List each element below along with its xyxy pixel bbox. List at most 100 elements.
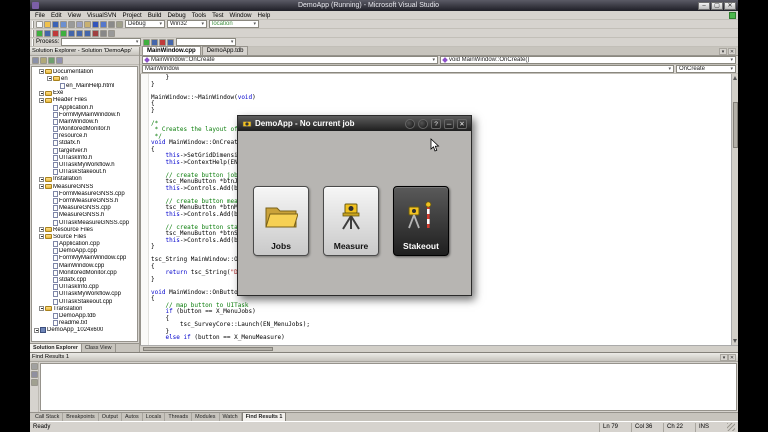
tree-item[interactable]: Installation: [32, 176, 137, 183]
tree-item[interactable]: MeasureGNSS.cpp: [32, 205, 137, 212]
bottom-tab[interactable]: Threads: [165, 413, 192, 421]
tree-item[interactable]: readme.txt: [32, 320, 137, 327]
tree-item[interactable]: Header Files: [32, 97, 137, 104]
editor-horizontal-scrollbar[interactable]: [140, 345, 738, 352]
menu-item[interactable]: Test: [209, 11, 226, 20]
dialog-help-button[interactable]: [431, 119, 441, 129]
scroll-up-icon[interactable]: [733, 76, 737, 80]
menu-item[interactable]: File: [32, 11, 48, 20]
bottom-tab[interactable]: Autos: [122, 413, 143, 421]
tree-item[interactable]: stdafx.h: [32, 140, 137, 147]
menu-item[interactable]: VisualSVN: [84, 11, 119, 20]
refresh-icon[interactable]: [48, 57, 55, 64]
tab-solution-explorer[interactable]: Solution Explorer: [30, 344, 82, 352]
undo-icon[interactable]: [92, 21, 99, 28]
menu-item[interactable]: Debug: [164, 11, 188, 20]
tree-item[interactable]: FormMyMainWindow.cpp: [32, 255, 137, 262]
tree-item[interactable]: MonitoredMonitor.h: [32, 126, 137, 133]
menu-item[interactable]: Tools: [189, 11, 209, 20]
cut-icon[interactable]: [68, 21, 75, 28]
tree-item[interactable]: Application.h: [32, 104, 137, 111]
expander-icon[interactable]: [39, 234, 44, 239]
tree-item[interactable]: Application.cpp: [32, 241, 137, 248]
new-file-icon[interactable]: [36, 21, 43, 28]
dialog-minimize-button[interactable]: [444, 119, 454, 129]
copy-results-icon[interactable]: [31, 379, 38, 386]
bottom-tab[interactable]: Output: [99, 413, 122, 421]
platform-combo[interactable]: Win32: [167, 20, 207, 28]
tree-item[interactable]: targetver.h: [32, 147, 137, 154]
restart-icon[interactable]: [60, 30, 67, 37]
menu-item[interactable]: Help: [255, 11, 274, 20]
expander-icon[interactable]: [39, 91, 44, 96]
tab-class-view[interactable]: Class View: [82, 344, 116, 352]
panel-options-icon[interactable]: [720, 354, 728, 361]
tab-list-dropdown-icon[interactable]: [719, 48, 727, 55]
expander-icon[interactable]: [39, 184, 44, 189]
tree-item[interactable]: FormMyMainWindow.h: [32, 111, 137, 118]
tree-item[interactable]: UITaskMyWorkflow.cpp: [32, 291, 137, 298]
tree-item[interactable]: UITaskStakeout.cpp: [32, 298, 137, 305]
tree-item[interactable]: en_MainHelp.html: [32, 82, 137, 89]
tree-item[interactable]: UITaskMyWorkflow.h: [32, 161, 137, 168]
expander-icon[interactable]: [39, 69, 44, 74]
tree-item[interactable]: DemoApp_1024x600: [32, 327, 137, 334]
close-button[interactable]: [724, 2, 736, 10]
vertical-scrollbar-thumb[interactable]: [733, 102, 738, 148]
thread-combo[interactable]: [176, 38, 236, 46]
tree-item[interactable]: Source Files: [32, 233, 137, 240]
tree-item[interactable]: Translation: [32, 305, 137, 312]
dialog-title-bar[interactable]: DemoApp - No current job: [238, 116, 471, 131]
tree-item[interactable]: en: [32, 75, 137, 82]
continue-icon[interactable]: [143, 39, 150, 46]
tree-item[interactable]: resource.h: [32, 133, 137, 140]
tree-item[interactable]: MainWindow.h: [32, 118, 137, 125]
copy-icon[interactable]: [76, 21, 83, 28]
dialog-close-button[interactable]: [457, 119, 467, 129]
redo-icon[interactable]: [100, 21, 107, 28]
save-all-icon[interactable]: [60, 21, 67, 28]
immediate-window-icon[interactable]: [100, 30, 107, 37]
stop-debug-icon[interactable]: [52, 30, 59, 37]
window-title-bar[interactable]: DemoApp (Running) - Microsoft Visual Stu…: [30, 0, 738, 11]
menu-item[interactable]: Project: [119, 11, 144, 20]
menu-item[interactable]: Window: [227, 11, 255, 20]
bottom-tab[interactable]: Modules: [192, 413, 219, 421]
tree-item[interactable]: stdafx.cpp: [32, 276, 137, 283]
find-icon[interactable]: [108, 21, 115, 28]
expander-icon[interactable]: [47, 76, 52, 81]
output-window-icon[interactable]: [108, 30, 115, 37]
configuration-combo[interactable]: Debug: [125, 20, 165, 28]
properties-icon[interactable]: [32, 57, 39, 64]
toolbar-grip[interactable]: [32, 39, 34, 46]
tab-demoapp-tdb[interactable]: DemoApp.tdb: [202, 46, 249, 55]
view-code-icon[interactable]: [56, 57, 63, 64]
horizontal-scrollbar-thumb[interactable]: [143, 347, 273, 351]
scroll-down-icon[interactable]: [733, 339, 737, 343]
tree-item[interactable]: UITaskInfo.h: [32, 154, 137, 161]
breakpoints-window-icon[interactable]: [92, 30, 99, 37]
types-combo[interactable]: MainWindow::OnCreate: [142, 56, 438, 64]
bottom-tab[interactable]: Watch: [220, 413, 242, 421]
start-debug-icon[interactable]: [36, 30, 43, 37]
find-combo[interactable]: location: [209, 20, 259, 28]
measure-button[interactable]: Measure: [323, 186, 379, 256]
tree-item[interactable]: DemoApp.tdb: [32, 312, 137, 319]
tree-item[interactable]: UITaskInfo.cpp: [32, 284, 137, 291]
tree-item[interactable]: MeasureGNSS: [32, 183, 137, 190]
tree-item[interactable]: UITaskMeasureGNSS.cpp: [32, 219, 137, 226]
clear-results-icon[interactable]: [31, 363, 38, 370]
tree-item[interactable]: MonitoredMonitor.cpp: [32, 269, 137, 276]
stakeout-button[interactable]: Stakeout: [393, 186, 449, 256]
resize-grip[interactable]: [727, 423, 735, 431]
menu-item[interactable]: Edit: [48, 11, 65, 20]
save-icon[interactable]: [52, 21, 59, 28]
expander-icon[interactable]: [39, 98, 44, 103]
menu-item[interactable]: Build: [145, 11, 165, 20]
step-over-icon[interactable]: [76, 30, 83, 37]
minimize-button[interactable]: [698, 2, 710, 10]
close-document-icon[interactable]: [728, 48, 736, 55]
method-combo[interactable]: OnCreate: [676, 65, 736, 73]
expander-icon[interactable]: [39, 177, 44, 182]
toolbar-grip[interactable]: [32, 21, 34, 28]
